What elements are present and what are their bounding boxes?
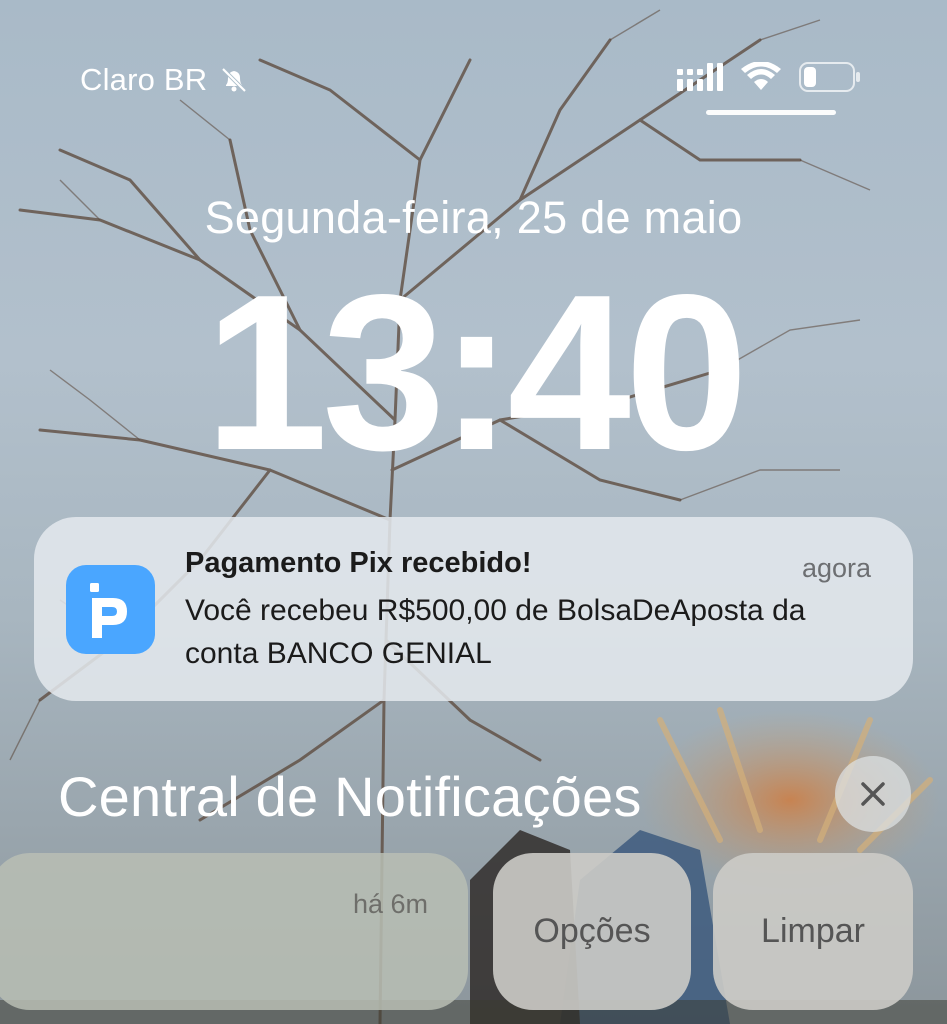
bell-slash-icon [221, 67, 247, 93]
status-icons [677, 62, 861, 92]
notification-center-title: Central de Notificações [58, 765, 642, 828]
close-icon [861, 782, 885, 806]
options-button[interactable]: Opções [493, 853, 691, 1010]
notification-card-time: há 6m [352, 889, 428, 919]
lock-date: Segunda-feira, 25 de maio [204, 192, 743, 243]
clear-all-button[interactable] [835, 756, 911, 832]
notification-time: agora [801, 553, 871, 583]
swiped-notification-card[interactable]: há 6m [0, 853, 468, 1010]
notification-body: Você recebeu R$500,00 de BolsaDeAposta d… [185, 594, 806, 670]
carrier: Claro BR [80, 62, 249, 98]
status-bar: Claro BR [0, 58, 947, 102]
battery-low-icon [799, 62, 860, 92]
control-center-indicator[interactable] [706, 110, 836, 115]
lock-time: 13:40 [204, 249, 749, 497]
cellular-signal-icon [677, 63, 723, 91]
notification-title: Pagamento Pix recebido! [185, 547, 532, 579]
carrier-name: Claro BR [80, 62, 208, 97]
clear-button[interactable]: Limpar [713, 853, 913, 1010]
wifi-icon [741, 62, 781, 90]
pix-notification[interactable]: Pagamento Pix recebido! agora Você receb… [34, 517, 913, 701]
pix-p-icon [66, 565, 155, 654]
